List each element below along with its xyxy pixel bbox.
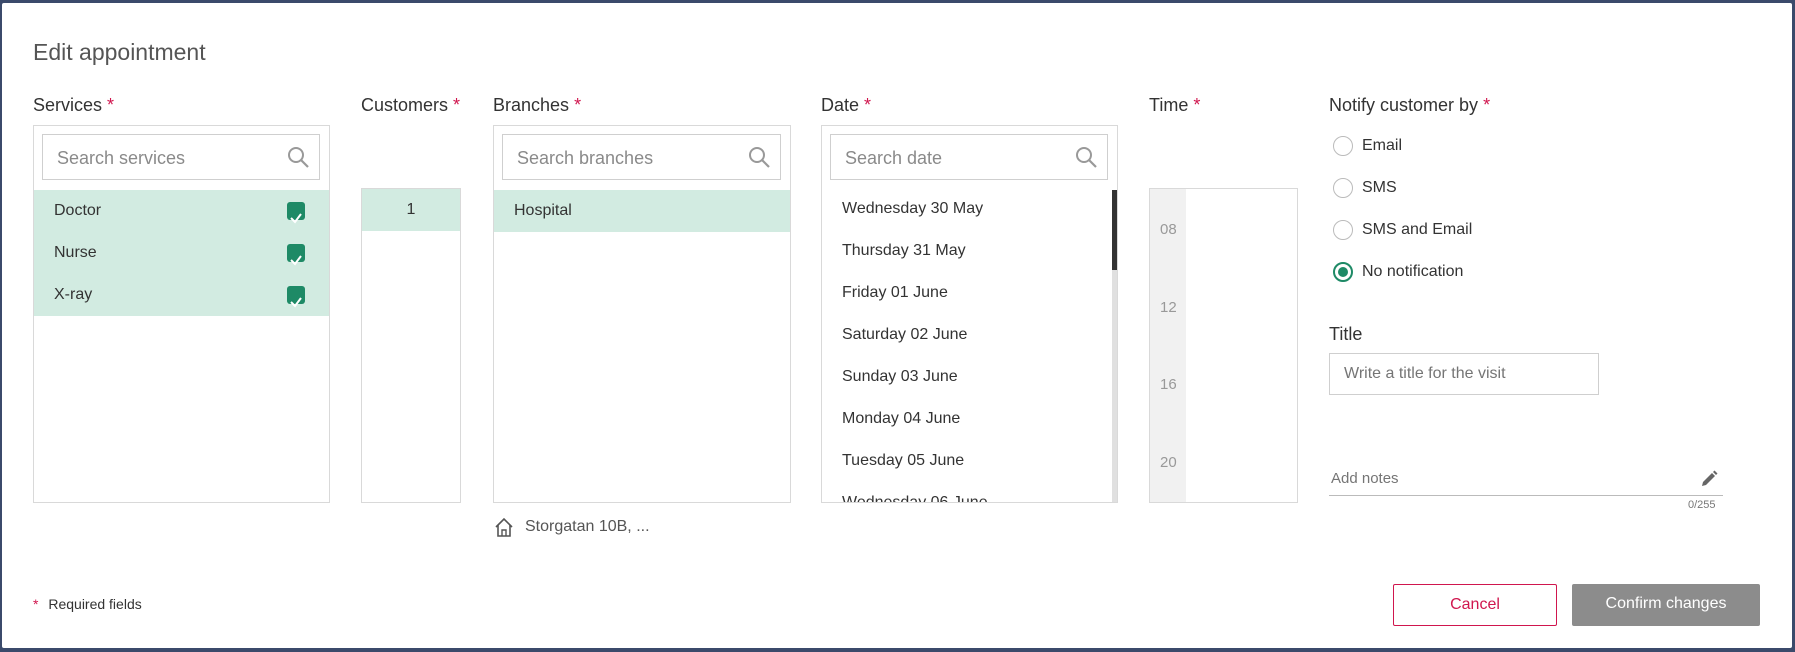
search-icon[interactable] [1074,145,1098,169]
required-asterisk: * [1193,95,1201,115]
services-label-text: Services [33,95,103,115]
time-grid[interactable]: 08 12 16 20 [1149,188,1298,503]
required-fields-text: Required fields [48,596,142,612]
date-item[interactable]: Friday 01 June [842,284,948,302]
time-hour-label: 08 [1160,221,1177,238]
radio-label-sms-and-email[interactable]: SMS and Email [1362,221,1472,239]
radio-label-no-notification[interactable]: No notification [1362,263,1463,281]
title-label: Title [1329,324,1363,344]
radio-no-notification[interactable] [1333,262,1353,282]
dialog-title: Edit appointment [33,39,206,65]
customers-list: 1 [361,188,461,503]
radio-label-email[interactable]: Email [1362,137,1402,155]
radio-label-sms[interactable]: SMS [1362,179,1397,197]
date-item[interactable]: Sunday 03 June [842,368,958,386]
branches-label: Branches * [493,95,581,116]
branch-item-hospital[interactable]: Hospital [494,190,790,232]
time-label-text: Time [1149,95,1189,115]
radio-sms[interactable] [1333,178,1353,198]
customers-label-text: Customers [361,95,449,115]
date-search[interactable] [830,134,1108,180]
notes-field[interactable] [1329,467,1723,496]
checkbox-checked-icon[interactable] [287,244,305,266]
date-scrollbar-thumb[interactable] [1112,190,1117,270]
date-search-input[interactable] [843,147,1068,170]
time-hour-label: 16 [1160,376,1177,393]
pencil-icon[interactable] [1699,469,1719,489]
customers-count[interactable]: 1 [362,189,460,231]
branches-list: Hospital [493,125,791,503]
notes-character-counter: 0/255 [1688,499,1716,511]
cancel-button[interactable]: Cancel [1393,584,1557,626]
date-item[interactable]: Wednesday 06 June [842,494,988,502]
checkbox-checked-icon[interactable] [287,286,305,308]
required-asterisk: * [574,95,582,115]
required-asterisk: * [107,95,115,115]
branches-label-text: Branches [493,95,570,115]
services-search-input[interactable] [55,147,280,170]
service-item-doctor[interactable]: Doctor [34,190,329,232]
search-icon[interactable] [747,145,771,169]
title-input[interactable] [1342,364,1586,384]
required-asterisk: * [1483,95,1491,115]
required-asterisk: * [864,95,872,115]
customers-label: Customers * [361,95,460,116]
date-item[interactable]: Monday 04 June [842,410,960,428]
date-item[interactable]: Tuesday 05 June [842,452,964,470]
service-item-label: X-ray [54,286,93,303]
time-label: Time * [1149,95,1200,116]
date-item[interactable]: Saturday 02 June [842,326,967,344]
notify-label: Notify customer by * [1329,95,1490,116]
notes-input[interactable] [1329,469,1673,488]
services-search[interactable] [42,134,320,180]
home-icon [495,517,513,537]
checkbox-checked-icon[interactable] [287,202,305,224]
date-label-text: Date [821,95,860,115]
service-item-label: Doctor [54,202,102,219]
confirm-changes-button[interactable]: Confirm changes [1572,584,1760,626]
branches-search-input[interactable] [515,147,741,170]
date-item[interactable]: Thursday 31 May [842,242,966,260]
title-field[interactable] [1329,353,1599,395]
branches-search[interactable] [502,134,781,180]
branch-address-text: Storgatan 10B, ... [525,518,650,535]
service-item-nurse[interactable]: Nurse [34,232,329,274]
edit-appointment-dialog: Edit appointment Services * Doctor Nurse [2,3,1792,648]
service-item-x-ray[interactable]: X-ray [34,274,329,316]
notify-label-text: Notify customer by [1329,95,1479,115]
required-asterisk: * [33,596,39,612]
service-item-label: Nurse [54,244,97,261]
services-list: Doctor Nurse X-ray [33,125,330,503]
radio-email[interactable] [1333,136,1353,156]
services-label: Services * [33,95,114,116]
search-icon[interactable] [286,145,310,169]
required-fields-note: * Required fields [33,596,142,612]
time-hour-label: 12 [1160,299,1177,316]
required-asterisk: * [453,95,461,115]
date-item[interactable]: Wednesday 30 May [842,200,983,218]
date-label: Date * [821,95,871,116]
time-hour-label: 20 [1160,454,1177,471]
date-list: Wednesday 30 May Thursday 31 May Friday … [821,125,1118,503]
radio-sms-and-email[interactable] [1333,220,1353,240]
